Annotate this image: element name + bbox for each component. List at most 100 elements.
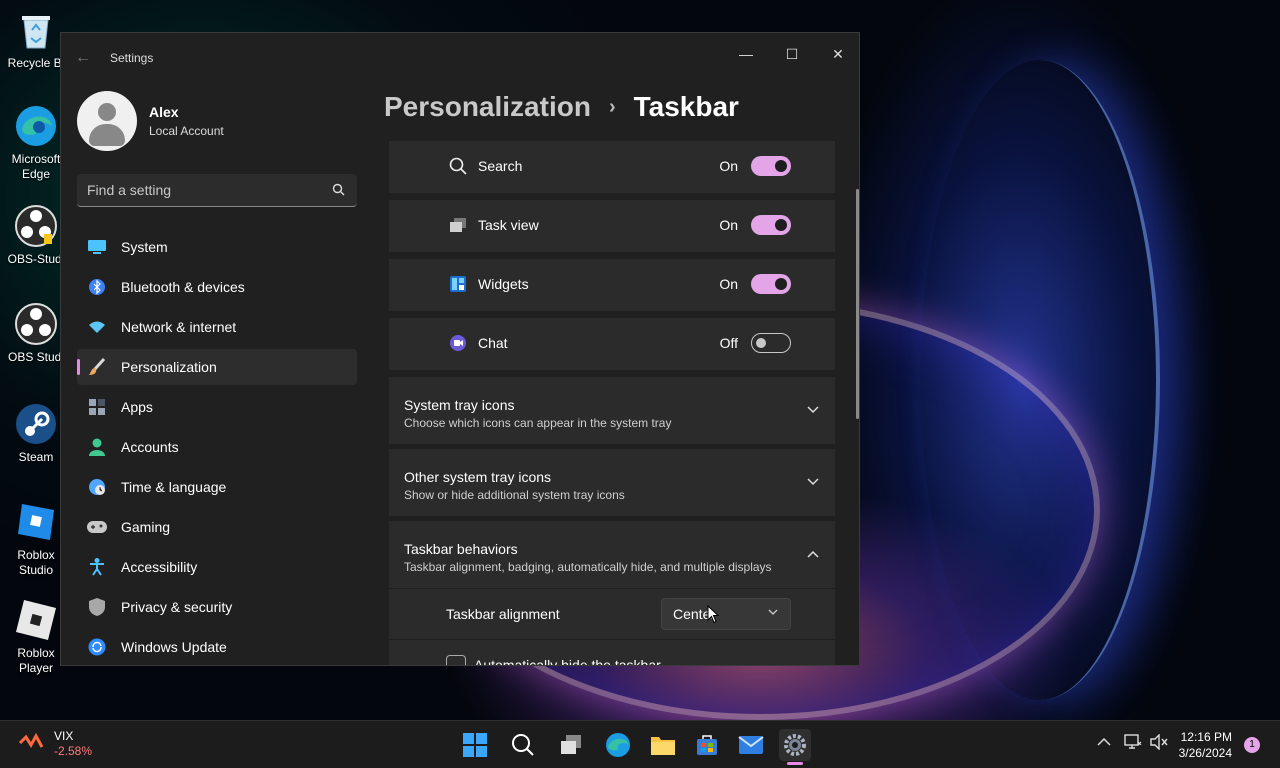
sidebar-item-gaming[interactable]: Gaming [77,509,357,545]
search-input[interactable]: Find a setting [77,174,357,207]
section-title: Taskbar behaviors [404,541,518,557]
notification-badge[interactable]: 1 [1244,737,1260,753]
stock-chart-icon [18,731,44,758]
sidebar-item-label: Privacy & security [121,599,233,615]
desktop-icon-roblox-player[interactable]: Roblox Player [4,598,68,676]
settings-taskbar-button[interactable] [779,729,811,761]
store-button[interactable] [691,729,723,761]
edge-taskbar-button[interactable] [602,729,634,761]
title-bar: ← Settings — ☐ ✕ [61,33,859,83]
windows-icon [463,733,487,757]
desktop-icon-label: OBS-Studi [7,252,65,266]
other-system-tray-icons-section[interactable]: Other system tray icons Show or hide add… [389,449,835,516]
volume-muted-icon[interactable] [1150,733,1168,753]
desktop-icon-obs-2[interactable]: OBS Studi [4,302,68,365]
section-subtitle: Taskbar alignment, badging, automaticall… [404,560,772,574]
close-button[interactable]: ✕ [818,39,858,69]
start-button[interactable] [459,729,491,761]
sidebar-item-apps[interactable]: Apps [77,389,357,425]
taskbar-item-task-view[interactable]: Task view On [389,200,835,252]
taskbar-item-widgets[interactable]: Widgets On [389,259,835,311]
accounts-icon [87,437,107,457]
sidebar-item-label: Bluetooth & devices [121,279,245,295]
task-view-icon [449,216,467,234]
auto-hide-checkbox[interactable] [446,655,466,665]
sidebar-item-privacy[interactable]: Privacy & security [77,589,357,625]
bluetooth-icon [87,277,107,297]
widgets-toggle[interactable] [751,274,791,294]
taskbar-item-search[interactable]: Search On [389,141,835,193]
taskbar-alignment-dropdown[interactable]: Center [661,598,791,630]
network-icon[interactable] [1124,734,1142,753]
sidebar-item-accounts[interactable]: Accounts [77,429,357,465]
sidebar-item-label: Network & internet [121,319,237,335]
minimize-button[interactable]: — [726,39,766,69]
row-label: Chat [478,335,508,351]
auto-hide-label: Automatically hide the taskbar [474,657,661,666]
chevron-up-icon[interactable] [1097,734,1111,750]
edge-icon [14,104,58,148]
gear-icon [784,734,806,756]
mail-icon [738,736,764,754]
desktop-icon-edge[interactable]: Microsoft Edge [4,104,68,182]
sidebar-item-system[interactable]: System [77,229,357,265]
roblox-studio-icon [14,500,58,544]
sidebar-item-network[interactable]: Network & internet [77,309,357,345]
mail-button[interactable] [735,729,767,761]
task-view-toggle[interactable] [751,215,791,235]
alignment-label: Taskbar alignment [446,606,560,622]
desktop-icon-obs-1[interactable]: OBS-Studi [4,204,68,267]
task-view-button[interactable] [555,729,587,761]
maximize-button[interactable]: ☐ [772,39,812,69]
section-subtitle: Choose which icons can appear in the sys… [404,416,672,430]
sidebar-item-time-language[interactable]: Time & language [77,469,357,505]
window-title: Settings [110,51,154,65]
apps-icon [87,397,107,417]
toggle-state: On [719,276,738,292]
chat-icon [449,334,467,352]
breadcrumb-parent[interactable]: Personalization [384,91,591,123]
search-icon [512,734,534,756]
file-explorer-button[interactable] [647,729,679,761]
section-title: Other system tray icons [404,469,552,485]
sidebar-item-accessibility[interactable]: Accessibility [77,549,357,585]
sidebar-item-bluetooth[interactable]: Bluetooth & devices [77,269,357,305]
sidebar-item-windows-update[interactable]: Windows Update [77,629,357,665]
taskbar-search-button[interactable] [507,729,539,761]
wifi-icon [87,317,107,337]
breadcrumb-separator: › [608,95,616,118]
clock-date: 3/26/2024 [1178,746,1232,760]
shield-icon [87,597,107,617]
roblox-player-icon [14,598,58,642]
stock-symbol: VIX [54,729,74,743]
search-toggle[interactable] [751,156,791,176]
breadcrumb: Personalization › Taskbar [384,91,739,123]
toggle-state: Off [719,335,738,351]
system-tray-icons-section[interactable]: System tray icons Choose which icons can… [389,377,835,444]
taskbar-item-chat[interactable]: Chat Off [389,318,835,370]
user-profile[interactable]: Alex Local Account [77,91,224,151]
edge-icon [606,733,630,757]
sidebar-item-label: Windows Update [121,639,227,655]
desktop-icon-steam[interactable]: Steam [4,402,68,465]
desktop-icon-label: Steam [18,450,54,464]
desktop-icon-recycle-bin[interactable]: Recycle Bi [4,8,68,71]
search-icon [449,157,467,175]
chevron-down-icon[interactable] [807,475,819,489]
desktop-icon-label: OBS Studi [7,350,65,364]
chat-toggle[interactable] [751,333,791,353]
desktop-icon-roblox-studio[interactable]: Roblox Studio [4,500,68,578]
chevron-up-icon[interactable] [807,547,819,561]
avatar [77,91,137,151]
brush-icon [87,357,107,377]
sidebar-item-label: Gaming [121,519,171,535]
chevron-down-icon[interactable] [807,403,819,417]
system-clock[interactable]: 12:16 PM 3/26/2024 [1179,729,1232,761]
back-arrow-icon[interactable]: ← [75,49,91,67]
sidebar-item-personalization[interactable]: Personalization [77,349,357,385]
section-title: System tray icons [404,397,515,413]
toggle-state: On [719,217,738,233]
taskbar-behaviors-section[interactable]: Taskbar behaviors Taskbar alignment, bad… [389,521,835,588]
stock-widget[interactable]: VIX -2.58% [18,729,92,759]
scrollbar-thumb[interactable] [856,189,859,419]
